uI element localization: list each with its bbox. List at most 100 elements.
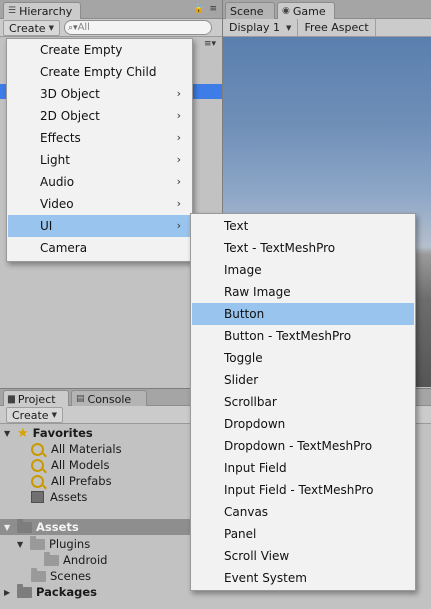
folder-icon — [31, 567, 46, 582]
tab-scene-label: Scene — [230, 4, 264, 18]
game-controller-icon: ◉ — [282, 6, 290, 16]
star-icon: ★ — [17, 425, 29, 441]
menu-item-create-empty[interactable]: Create Empty — [8, 39, 191, 61]
scene-options-icon[interactable]: ≡▾ — [204, 39, 216, 49]
menu-item-effects[interactable]: Effects › — [8, 127, 191, 149]
menu-item-create-empty-child[interactable]: Create Empty Child — [8, 61, 191, 83]
submenu-item-label: Dropdown — [224, 417, 286, 431]
menu-item-label: UI — [40, 219, 53, 233]
submenu-item-event-system[interactable]: Event System — [192, 567, 414, 589]
expand-triangle-icon[interactable]: ▼ — [4, 429, 13, 438]
submenu-item-slider[interactable]: Slider — [192, 369, 414, 391]
hierarchy-create-label: Create — [9, 21, 46, 35]
project-create-button[interactable]: Create ▼ — [6, 407, 63, 423]
tree-all-models[interactable]: All Models — [31, 457, 109, 473]
tree-assets[interactable]: ▼ Assets — [4, 518, 79, 535]
tree-packages-label: Packages — [36, 585, 97, 599]
menu-item-label: Video — [40, 197, 74, 211]
menu-item-2d-object[interactable]: 2D Object › — [8, 105, 191, 127]
tab-console[interactable]: ▤ Console — [71, 390, 147, 407]
game-tabbar: Scene ◉ Game — [223, 0, 431, 19]
chevron-right-icon: › — [176, 175, 181, 188]
submenu-item-panel[interactable]: Panel — [192, 523, 414, 545]
tree-plugins[interactable]: ▼ Plugins — [17, 535, 91, 552]
menu-item-label: Camera — [40, 241, 88, 255]
tree-favorites[interactable]: ▼ ★ Favorites — [4, 425, 93, 441]
chevron-right-icon: › — [176, 219, 181, 232]
submenu-item-canvas[interactable]: Canvas — [192, 501, 414, 523]
submenu-item-label: Text — [224, 219, 249, 233]
tree-packages[interactable]: ▶ Packages — [4, 583, 97, 600]
tree-all-prefabs-label: All Prefabs — [51, 474, 112, 488]
submenu-item-label: Button - TextMeshPro — [224, 329, 352, 343]
menu-item-light[interactable]: Light › — [8, 149, 191, 171]
tree-all-materials[interactable]: All Materials — [31, 441, 122, 457]
tree-plugins-label: Plugins — [49, 537, 91, 551]
tab-project-label: Project — [17, 392, 56, 406]
hierarchy-toolbar: Create ▼ ⌕▾ All — [0, 19, 222, 37]
tree-android-label: Android — [63, 553, 108, 567]
expand-triangle-icon[interactable]: ▼ — [17, 540, 26, 549]
menu-item-3d-object[interactable]: 3D Object › — [8, 83, 191, 105]
submenu-item-button[interactable]: Button — [192, 303, 414, 325]
submenu-item-scrollbar[interactable]: Scrollbar — [192, 391, 414, 413]
menu-item-video[interactable]: Video › — [8, 193, 191, 215]
ui-submenu: Text Text - TextMeshPro Image Raw Image … — [190, 213, 416, 591]
submenu-item-text-textmeshpro[interactable]: Text - TextMeshPro — [192, 237, 414, 259]
console-icon: ▤ — [76, 394, 85, 404]
tree-fav-assets[interactable]: Assets — [31, 489, 87, 505]
collapse-triangle-icon[interactable]: ▶ — [4, 588, 13, 597]
tab-scene[interactable]: Scene — [225, 2, 275, 19]
menu-item-ui[interactable]: UI › — [8, 215, 191, 237]
submenu-item-label: Button — [224, 307, 265, 321]
submenu-item-toggle[interactable]: Toggle — [192, 347, 414, 369]
submenu-item-label: Raw Image — [224, 285, 291, 299]
submenu-item-input-field-textmeshpro[interactable]: Input Field - TextMeshPro — [192, 479, 414, 501]
hierarchy-create-button[interactable]: Create ▼ — [3, 20, 60, 36]
submenu-item-input-field[interactable]: Input Field — [192, 457, 414, 479]
create-menu: Create Empty Create Empty Child 3D Objec… — [6, 38, 193, 262]
submenu-item-image[interactable]: Image — [192, 259, 414, 281]
display-dropdown[interactable]: Display 1 ▼ — [223, 19, 299, 36]
tab-hierarchy[interactable]: ☰ Hierarchy — [3, 2, 81, 19]
submenu-item-scroll-view[interactable]: Scroll View — [192, 545, 414, 567]
folder-icon — [30, 535, 45, 550]
submenu-item-label: Input Field - TextMeshPro — [224, 483, 374, 497]
submenu-item-label: Canvas — [224, 505, 269, 519]
hierarchy-search-input[interactable]: ⌕▾ All — [64, 20, 212, 35]
folder-icon — [17, 583, 32, 598]
lock-menu-icon[interactable]: 🔒 ≡ — [193, 4, 218, 14]
submenu-item-button-textmeshpro[interactable]: Button - TextMeshPro — [192, 325, 414, 347]
search-icon — [31, 442, 44, 456]
tree-all-prefabs[interactable]: All Prefabs — [31, 473, 112, 489]
submenu-item-label: Dropdown - TextMeshPro — [224, 439, 373, 453]
submenu-item-label: Panel — [224, 527, 257, 541]
tree-scenes[interactable]: Scenes — [31, 567, 92, 584]
menu-item-audio[interactable]: Audio › — [8, 171, 191, 193]
submenu-item-dropdown-textmeshpro[interactable]: Dropdown - TextMeshPro — [192, 435, 414, 457]
submenu-item-label: Image — [224, 263, 262, 277]
submenu-item-raw-image[interactable]: Raw Image — [192, 281, 414, 303]
tree-android[interactable]: Android — [44, 551, 108, 568]
aspect-dropdown[interactable]: Free Aspect — [298, 19, 376, 36]
menu-item-label: Create Empty — [40, 43, 123, 57]
menu-item-label: 3D Object — [40, 87, 100, 101]
search-icon — [31, 474, 44, 488]
menu-item-label: Create Empty Child — [40, 65, 157, 79]
tree-all-materials-label: All Materials — [51, 442, 122, 456]
folder-icon: ▆ — [8, 394, 15, 404]
submenu-item-label: Scrollbar — [224, 395, 277, 409]
tab-game[interactable]: ◉ Game — [277, 2, 335, 19]
tab-project[interactable]: ▆ Project — [3, 390, 69, 407]
menu-item-camera[interactable]: Camera — [8, 237, 191, 259]
submenu-item-label: Toggle — [224, 351, 263, 365]
tree-scenes-label: Scenes — [50, 569, 92, 583]
tree-fav-assets-label: Assets — [50, 490, 88, 504]
expand-triangle-icon[interactable]: ▼ — [4, 523, 13, 532]
list-icon: ☰ — [8, 6, 17, 16]
menu-item-label: Light — [40, 153, 70, 167]
chevron-right-icon: › — [176, 197, 181, 210]
submenu-item-dropdown[interactable]: Dropdown — [192, 413, 414, 435]
submenu-item-text[interactable]: Text — [192, 215, 414, 237]
tab-hierarchy-label: Hierarchy — [19, 4, 73, 18]
